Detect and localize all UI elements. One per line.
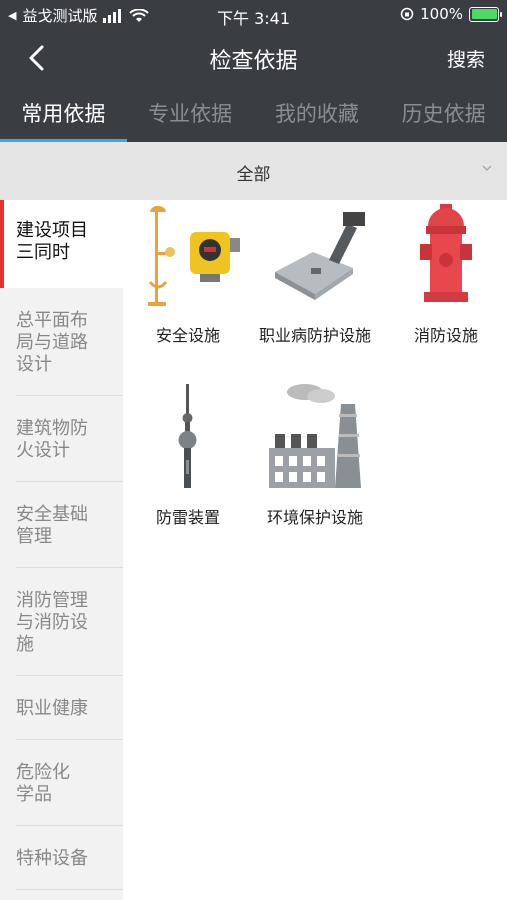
sidebar-item-special-equipment[interactable]: 特种设备 bbox=[0, 826, 123, 890]
lightning-rod-icon bbox=[178, 384, 197, 488]
tab-bar: 常用依据 专业依据 我的收藏 历史依据 bbox=[0, 86, 507, 142]
grid-item-safety-facility[interactable]: 安全设施 bbox=[123, 202, 253, 346]
fire-hydrant-icon bbox=[420, 204, 472, 302]
grid-item-occupational-protection[interactable]: 职业病防护设施 bbox=[250, 202, 380, 346]
filter-label: 全部 bbox=[236, 165, 271, 185]
status-bar: ◀ 益戈测试版 下午 3:41 100% bbox=[0, 0, 507, 30]
rotation-lock-icon bbox=[400, 7, 414, 21]
tab-common[interactable]: 常用依据 bbox=[0, 86, 127, 142]
category-filter-dropdown[interactable]: 全部 bbox=[0, 142, 507, 200]
divider bbox=[16, 889, 123, 890]
sidebar-item-label: 总平面布局与道路设计 bbox=[16, 310, 88, 375]
sidebar-item-three-simultaneous[interactable]: 建设项目三同时 bbox=[0, 200, 123, 288]
grid-item-label: 职业病防护设施 bbox=[258, 326, 371, 345]
grid-item-lightning-protection[interactable]: 防雷装置 bbox=[123, 384, 253, 528]
content-grid: 安全设施 职业病防护设施 消防设施 防雷装置 环境保护设施 bbox=[123, 200, 507, 900]
grid-item-environmental-protection[interactable]: 环境保护设施 bbox=[250, 384, 380, 528]
sidebar-item-fire-management[interactable]: 消防管理与消防设施 bbox=[0, 568, 123, 676]
tab-professional[interactable]: 专业依据 bbox=[127, 86, 254, 142]
nav-bar: 检查依据 搜索 bbox=[0, 30, 507, 86]
tab-favorites[interactable]: 我的收藏 bbox=[254, 86, 381, 142]
grid-item-label: 安全设施 bbox=[155, 326, 220, 345]
sidebar-item-hazardous-chemicals[interactable]: 危险化学品 bbox=[0, 740, 123, 826]
grid-item-label: 环境保护设施 bbox=[266, 508, 363, 527]
grid-item-label: 防雷装置 bbox=[155, 508, 220, 527]
sidebar-item-label: 职业健康 bbox=[16, 698, 88, 719]
grid-item-fire-facility[interactable]: 消防设施 bbox=[381, 202, 507, 346]
sidebar-item-label: 消防管理与消防设施 bbox=[16, 590, 88, 655]
sidebar-item-label: 建筑物防火设计 bbox=[16, 418, 88, 461]
sidebar-item-building-fire[interactable]: 建筑物防火设计 bbox=[0, 396, 123, 482]
tab-history[interactable]: 历史依据 bbox=[380, 86, 507, 142]
sidebar-item-safety-management[interactable]: 安全基础管理 bbox=[0, 482, 123, 568]
sidebar-item-label: 建设项目三同时 bbox=[16, 220, 88, 263]
sidebar: 建设项目三同时 总平面布局与道路设计 建筑物防火设计 安全基础管理 消防管理与消… bbox=[0, 200, 123, 900]
sidebar-item-label: 特种设备 bbox=[16, 848, 88, 869]
status-right: 100% bbox=[400, 5, 502, 23]
factory-icon bbox=[269, 384, 361, 488]
page-title: 检查依据 bbox=[209, 49, 298, 74]
sidebar-item-occupational-health[interactable]: 职业健康 bbox=[0, 676, 123, 740]
chevron-down-icon bbox=[482, 165, 492, 172]
battery-icon bbox=[469, 6, 502, 22]
sidebar-item-label: 安全基础管理 bbox=[16, 504, 88, 547]
occupational-protection-icon bbox=[275, 212, 365, 300]
battery-percent: 100% bbox=[420, 5, 463, 23]
grid-item-label: 消防设施 bbox=[413, 326, 478, 345]
safety-facility-icon bbox=[148, 206, 240, 306]
sidebar-item-label: 危险化学品 bbox=[16, 762, 70, 805]
search-button[interactable]: 搜索 bbox=[447, 45, 485, 72]
sidebar-item-layout-roads[interactable]: 总平面布局与道路设计 bbox=[0, 288, 123, 396]
